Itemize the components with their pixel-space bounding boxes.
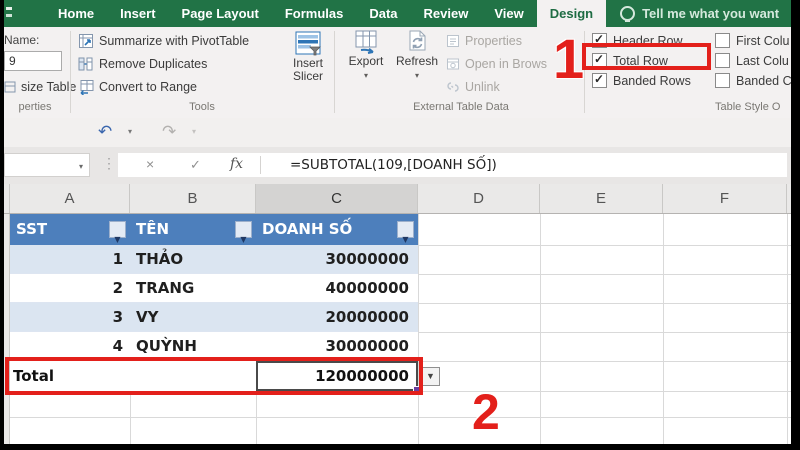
formula-bar-row: ▾ ⋮ × ✓ fx =SUBTOTAL(109,[DOANH SỐ])	[4, 147, 791, 186]
checkbox-unchecked-icon[interactable]	[715, 33, 730, 48]
checkbox-checked-icon[interactable]	[592, 72, 607, 88]
undo-icon[interactable]: ↶	[98, 121, 112, 143]
tab-insert[interactable]: Insert	[107, 0, 168, 27]
column-header-f[interactable]: F	[663, 184, 787, 213]
column-header-b[interactable]: B	[130, 184, 256, 213]
name-box[interactable]: ▾	[4, 153, 90, 177]
checkbox-unchecked-icon[interactable]	[715, 53, 730, 68]
gridline	[418, 245, 791, 246]
export-button[interactable]: Export ▾	[343, 29, 389, 82]
filter-dropdown-icon[interactable]	[109, 221, 126, 238]
tab-formulas[interactable]: Formulas	[272, 0, 357, 27]
excel-window: Home Insert Page Layout Formulas Data Re…	[4, 0, 791, 444]
summarize-pivottable-button[interactable]: Summarize with PivotTable	[78, 32, 249, 50]
header-cell-ten[interactable]: TÊN	[130, 214, 256, 245]
header-cell-doanh-so[interactable]: DOANH SỐ	[256, 214, 418, 245]
export-icon	[355, 30, 377, 54]
table-row[interactable]: 1 THẢO 30000000	[10, 245, 418, 274]
redo-dropdown-icon-disabled: ▾	[192, 127, 197, 136]
quick-access-toolbar: ↶ ▾ ↷ ▾	[4, 118, 791, 147]
redo-icon-disabled: ↷	[162, 122, 177, 141]
gridline	[10, 417, 791, 418]
remove-duplicates-icon	[78, 57, 93, 71]
browser-icon	[447, 58, 459, 70]
gridline	[540, 214, 541, 444]
cancel-icon[interactable]: ×	[146, 156, 154, 172]
insert-slicer-button[interactable]: Insert Slicer	[281, 29, 335, 83]
ribbon-tab-bar: Home Insert Page Layout Formulas Data Re…	[4, 0, 791, 27]
gridline	[418, 332, 791, 333]
resize-table-button[interactable]: size Table	[4, 78, 76, 96]
open-in-browser-button-disabled: Open in Brows	[446, 55, 547, 73]
filter-dropdown-icon[interactable]	[397, 221, 414, 238]
export-dropdown-icon[interactable]: ▾	[364, 69, 368, 82]
annotation-step-1: 1	[553, 27, 585, 90]
formula-field[interactable]: × ✓ fx =SUBTOTAL(109,[DOANH SỐ])	[118, 153, 787, 177]
tell-me-label: Tell me what you want	[642, 6, 780, 21]
refresh-dropdown-icon[interactable]: ▾	[415, 69, 419, 82]
column-headers: A B C D E F	[4, 184, 791, 214]
tab-home[interactable]: Home	[45, 0, 107, 27]
header-cell-sst[interactable]: SST	[10, 214, 130, 245]
divider	[260, 156, 261, 174]
checkbox-last-column[interactable]: Last Colu	[715, 53, 789, 68]
name-box-dropdown-icon[interactable]: ▾	[79, 162, 83, 171]
formula-bar-grip-icon: ⋮	[102, 155, 116, 171]
table-row[interactable]: 2 TRANG 40000000	[10, 274, 418, 303]
gridline	[418, 361, 791, 362]
refresh-button[interactable]: Refresh ▾	[393, 29, 441, 82]
unlink-icon	[447, 82, 459, 92]
tab-view[interactable]: View	[481, 0, 536, 27]
column-header-e[interactable]: E	[540, 184, 663, 213]
unlink-button-disabled: Unlink	[446, 78, 500, 96]
properties-button-disabled: Properties	[446, 32, 522, 50]
checkbox-banded-columns[interactable]: Banded C	[715, 73, 791, 88]
gridline	[663, 214, 664, 444]
remove-duplicates-button[interactable]: Remove Duplicates	[78, 55, 207, 73]
column-header-d[interactable]: D	[418, 184, 540, 213]
checkbox-banded-rows[interactable]: Banded Rows	[592, 72, 691, 88]
convert-to-range-button[interactable]: Convert to Range	[78, 78, 197, 96]
annotation-step-2: 2	[472, 384, 500, 440]
app-icon	[4, 0, 15, 27]
group-separator	[334, 31, 335, 113]
tools-group-label: Tools	[189, 101, 215, 113]
tab-page-layout[interactable]: Page Layout	[169, 0, 272, 27]
refresh-icon	[409, 30, 426, 51]
total-row-function-dropdown[interactable]: ▼	[421, 367, 440, 386]
insert-function-icon[interactable]: fx	[230, 156, 243, 172]
annotation-box-total-result	[5, 357, 423, 395]
convert-to-range-icon	[80, 80, 94, 95]
formula-text[interactable]: =SUBTOTAL(109,[DOANH SỐ])	[290, 157, 497, 173]
tab-design-active[interactable]: Design	[536, 0, 607, 27]
tab-review[interactable]: Review	[411, 0, 482, 27]
column-header-c-selected[interactable]: C	[256, 184, 418, 213]
undo-dropdown-icon[interactable]: ▾	[128, 127, 132, 136]
table-row[interactable]: 3 VY 20000000	[10, 303, 418, 332]
gridline	[418, 214, 419, 444]
table-name-input[interactable]	[4, 51, 62, 71]
table-name-label: Name:	[4, 33, 40, 47]
gridline	[418, 274, 791, 275]
lightbulb-icon	[620, 6, 636, 22]
properties-group-label: perties	[18, 101, 52, 113]
annotation-box-total-row	[582, 43, 711, 70]
checkbox-first-column[interactable]: First Colu	[715, 33, 789, 48]
enter-icon[interactable]: ✓	[190, 157, 201, 173]
table-header-row: SST TÊN DOANH SỐ	[10, 214, 418, 245]
filter-dropdown-icon[interactable]	[235, 221, 252, 238]
column-header-a[interactable]: A	[10, 184, 130, 213]
resize-table-icon	[4, 81, 16, 93]
table-style-options-group-label: Table Style O	[715, 101, 781, 113]
properties-icon	[447, 35, 459, 47]
gridline	[418, 303, 791, 304]
external-table-data-group-label: External Table Data	[413, 101, 509, 113]
insert-slicer-icon	[295, 31, 321, 56]
pivottable-icon	[79, 34, 93, 48]
tab-data[interactable]: Data	[356, 0, 410, 27]
ribbon: Name: size Table perties Summarize with …	[4, 27, 791, 119]
gridline	[787, 214, 788, 444]
checkbox-unchecked-icon[interactable]	[715, 73, 730, 88]
tell-me-box[interactable]: Tell me what you want	[606, 0, 779, 27]
